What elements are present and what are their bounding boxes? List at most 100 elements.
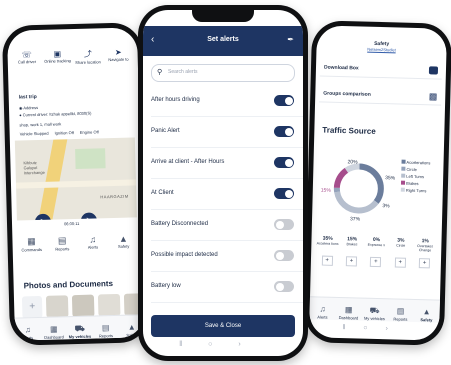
stat-label: Overtakes Change — [417, 244, 434, 253]
nav-my-vehicles[interactable]: ⛟ My vehicles — [67, 324, 93, 340]
recents-icon[interactable]: ‖ — [342, 324, 363, 332]
share-location-action[interactable]: ⤴ Share location — [72, 48, 103, 77]
online-tracking-action[interactable]: ▣ Online tracking — [42, 49, 73, 78]
alert-row: Panic Alert — [151, 117, 303, 148]
home-icon[interactable]: ○ — [208, 341, 238, 348]
map-road — [15, 178, 137, 189]
trip-map[interactable]: HAARGAZIM Kibbutz Galuyot Interchange ► … — [14, 137, 137, 221]
nav-reports[interactable]: ▤ Reports — [387, 306, 413, 322]
legend-item: Accelerations — [401, 159, 447, 166]
tile-label: Alerts — [87, 244, 99, 250]
nav-dashboard[interactable]: ▦ Dashboard — [41, 324, 67, 340]
call-driver-action[interactable]: ☏ Call driver — [11, 50, 42, 79]
alert-row: At Client — [151, 179, 303, 210]
alert-toggle[interactable] — [274, 188, 294, 199]
photo-thumbnail[interactable] — [71, 294, 95, 318]
address-label: Address — [23, 104, 39, 111]
nav-my-vehicles[interactable]: ⛟ My vehicles — [361, 306, 387, 322]
download-box-row[interactable]: Download Box — [319, 61, 443, 80]
alert-row: Battery low — [151, 272, 303, 303]
donut-label: 37% — [350, 216, 361, 222]
reports-tile[interactable]: ▤ Reports — [48, 235, 77, 270]
playback-time: 06:00:11 — [63, 220, 80, 227]
alert-label: Panic Alert — [151, 128, 180, 134]
legend-label: Right Turns — [405, 187, 427, 194]
safety-tile[interactable]: ▲ Safety — [109, 233, 138, 268]
add-button[interactable]: + — [345, 256, 358, 267]
legend-item: Brakes — [400, 180, 447, 187]
alert-toggle[interactable] — [274, 157, 294, 168]
address-row: ◉ Address — [19, 105, 38, 110]
alert-toggle[interactable] — [274, 250, 294, 261]
stat-brakes: 15% Brakes + — [339, 236, 365, 289]
page-title: Set alerts — [207, 36, 239, 43]
last-trip-title: last trip — [18, 93, 37, 101]
groups-comparison-row[interactable]: Groups comparison ▩ — [319, 87, 442, 106]
driver-row: ● Current driver: Itzhak appellkt, 8030(… — [19, 111, 91, 118]
photo-thumbnail[interactable] — [97, 293, 121, 317]
center-phone: ‹ Set alerts ✒ ⚲ Search alerts After hou… — [138, 5, 308, 361]
map-park — [75, 148, 106, 170]
action-label: Navigate to — [108, 56, 129, 63]
alert-toggle[interactable] — [274, 219, 294, 230]
nav-label: My vehicles — [68, 333, 92, 340]
home-icon[interactable]: ○ — [363, 325, 385, 333]
nav-label: Dashboard — [338, 315, 359, 321]
legend-label: Brakes — [406, 180, 419, 187]
reports-icon: ▤ — [101, 323, 110, 333]
nav-label: Dashboard — [44, 334, 64, 340]
save-close-button[interactable]: Save & Close — [151, 315, 295, 337]
legend-swatch — [401, 159, 406, 164]
action-label: Call driver — [17, 59, 37, 65]
alert-row: After hours driving — [151, 86, 303, 117]
add-button[interactable]: + — [419, 258, 431, 269]
alert-toggle[interactable] — [274, 95, 294, 106]
search-input[interactable]: ⚲ Search alerts — [151, 64, 295, 82]
driver-prefix: Current driver: — [22, 111, 50, 118]
nav-label: Alerts — [317, 314, 328, 320]
add-button[interactable]: + — [370, 256, 382, 268]
map-label: HAARGAZIM — [100, 193, 129, 200]
donut-label: 3% — [382, 203, 390, 209]
system-nav-bar: ‖○› — [143, 341, 303, 353]
feature-grid: ▦ Commands ▤ Reports ♫ Alerts ▲ Safety — [17, 233, 138, 270]
nav-label: Safety — [126, 332, 138, 338]
photos-title: Photos and Documents — [23, 279, 114, 291]
back-icon[interactable]: › — [238, 341, 266, 348]
nav-safety[interactable]: ▲ Safety — [413, 307, 439, 323]
add-button[interactable]: + — [394, 257, 406, 268]
stat-overtakes: 1% Overtakes Change + — [412, 238, 438, 291]
nav-alerts[interactable]: ♫ Alerts — [15, 325, 41, 341]
alert-toggle[interactable] — [274, 281, 294, 292]
legend-label: Left Turns — [406, 173, 425, 180]
alert-label: After hours driving — [151, 97, 200, 103]
alerts-tile[interactable]: ♫ Alerts — [79, 234, 108, 269]
status-badge: Ignition Off — [54, 130, 74, 136]
commands-tile[interactable]: ▦ Commands — [17, 236, 46, 271]
stat-expresses: 0% Expresse s + — [363, 237, 389, 290]
nav-alerts[interactable]: ♫ Alerts — [309, 304, 335, 320]
right-phone: Safety Netsem2Studiet Download Box Group… — [303, 20, 451, 346]
add-button[interactable]: + — [321, 255, 333, 266]
nav-reports[interactable]: ▤ Reports — [93, 323, 119, 339]
shield-icon: ▲ — [422, 307, 431, 317]
alert-toggle[interactable] — [274, 126, 294, 137]
stats-row: 35% Accelera tions + 15% Brakes + 0% Expresse… — [314, 235, 437, 290]
play-icon[interactable]: ► — [80, 212, 98, 221]
add-photo-button[interactable]: + — [21, 295, 43, 319]
recents-icon[interactable]: ‖ — [179, 341, 208, 348]
photo-thumbnail[interactable] — [45, 295, 69, 318]
bottom-nav: ♫ Alerts ▦ Dashboard ⛟ My vehicles ▤ Reports… — [309, 296, 440, 323]
donut-label: 35% — [385, 175, 396, 181]
alert-label: Possible impact detected — [151, 252, 218, 258]
brush-icon[interactable]: ✒ — [287, 35, 294, 44]
status-badges: Vehicle Stopped Ignition Off Engine Off — [20, 129, 99, 136]
nav-dashboard[interactable]: ▦ Dashboard — [335, 305, 361, 321]
back-icon[interactable]: › — [385, 325, 406, 333]
commands-icon: ▦ — [27, 236, 36, 247]
navigate-action[interactable]: ➤ Navigate to — [103, 47, 134, 76]
nav-label: My vehicles — [363, 315, 385, 322]
legend-swatch — [401, 166, 406, 171]
stat-label: Circle — [396, 243, 406, 248]
legend-swatch — [400, 180, 406, 185]
